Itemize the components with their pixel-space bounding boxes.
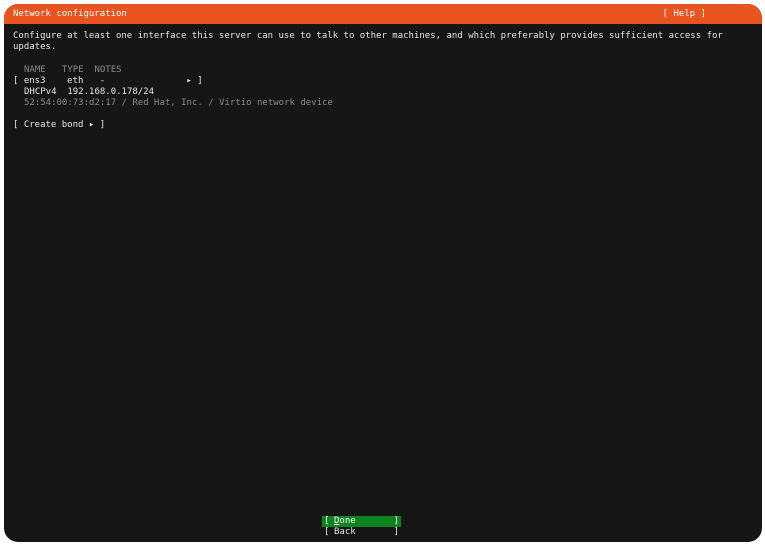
back-bracket-right: ] xyxy=(393,527,399,537)
table-header: NAME TYPE NOTES xyxy=(24,65,122,75)
create-bond-button[interactable]: [ Create bond ▸ ] xyxy=(13,120,105,131)
help-button[interactable]: [ Help ] xyxy=(663,9,706,20)
page-description: Configure at least one interface this se… xyxy=(13,31,723,52)
back-label: Back xyxy=(334,527,356,537)
done-label-rest: one xyxy=(339,516,356,526)
interface-row-ens3[interactable]: [ ens3 eth - ▸ ] xyxy=(13,76,203,87)
page-title: Network configuration xyxy=(13,9,127,19)
back-button[interactable]: [ Back ] xyxy=(322,527,401,538)
interface-hardware-info: 52:54:00:73:d2:17 / Red Hat, Inc. / Virt… xyxy=(24,98,333,108)
back-bracket-left: [ xyxy=(324,527,330,537)
done-button[interactable]: [ Done ] xyxy=(322,516,401,527)
title-bar: Network configuration [ Help ] xyxy=(4,4,762,24)
done-bracket-right: ] xyxy=(393,516,399,526)
installer-screen: Network configuration [ Help ] Configure… xyxy=(4,4,762,542)
interface-address: DHCPv4 192.168.0.178/24 xyxy=(24,87,155,97)
done-label: Done xyxy=(334,516,356,527)
done-bracket-left: [ xyxy=(324,516,330,526)
